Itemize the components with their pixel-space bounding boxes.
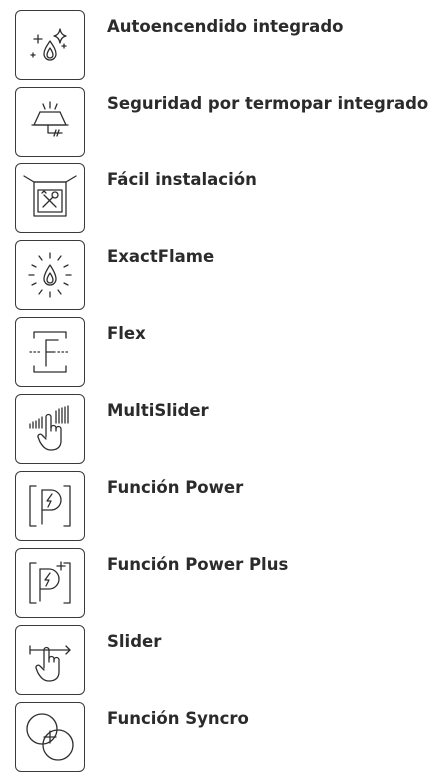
feature-item-seguridad-termopar: Seguridad por termopar integrado: [0, 87, 433, 163]
feature-icon-frame: [15, 702, 85, 772]
feature-icon-frame: [15, 10, 85, 80]
flex-zone-icon: [29, 331, 71, 373]
feature-item-funcion-syncro: Función Syncro: [0, 702, 433, 778]
feature-item-flex: Flex: [0, 317, 433, 393]
feature-item-facil-instalacion: Fácil instalación: [0, 163, 433, 239]
exact-flame-icon: [28, 252, 72, 298]
feature-icon-frame: [15, 548, 85, 618]
slider-hand-arrow-icon: [29, 645, 71, 682]
feature-icon-frame: [15, 317, 85, 387]
feature-label: Autoencendido integrado: [107, 17, 344, 36]
syncro-circles-icon: [26, 713, 74, 761]
auto-ignition-sparkle-flame-icon: [30, 28, 67, 61]
feature-icon-frame: [15, 471, 85, 541]
feature-label: Fácil instalación: [107, 170, 257, 189]
feature-item-funcion-power: Función Power: [0, 471, 433, 547]
feature-item-multislider: MultiSlider: [0, 394, 433, 470]
feature-label: Flex: [107, 324, 146, 343]
easy-installation-tools-icon: [23, 175, 77, 217]
feature-label: Función Power: [107, 478, 244, 497]
feature-icon-frame: [15, 394, 85, 464]
feature-item-funcion-power-plus: Función Power Plus: [0, 548, 433, 624]
feature-icon-frame: [15, 625, 85, 695]
feature-item-slider: Slider: [0, 625, 433, 701]
multislider-hand-icon: [29, 405, 69, 451]
feature-icon-frame: [15, 87, 85, 157]
feature-item-autoencendido: Autoencendido integrado: [0, 10, 433, 86]
feature-label: Función Syncro: [107, 709, 249, 728]
power-function-icon: [29, 485, 71, 527]
feature-icon-frame: [15, 163, 85, 233]
feature-label: Slider: [107, 632, 162, 651]
feature-label: Seguridad por termopar integrado: [107, 94, 429, 113]
feature-label: ExactFlame: [107, 247, 215, 266]
feature-label: MultiSlider: [107, 401, 209, 420]
feature-item-exactflame: ExactFlame: [0, 240, 433, 316]
feature-label: Función Power Plus: [107, 555, 289, 574]
feature-icon-frame: [15, 240, 85, 310]
thermocouple-safety-icon: [31, 101, 69, 137]
feature-list: Autoencendido integrado Seguridad por te…: [0, 0, 433, 772]
power-plus-function-icon: [29, 561, 71, 604]
